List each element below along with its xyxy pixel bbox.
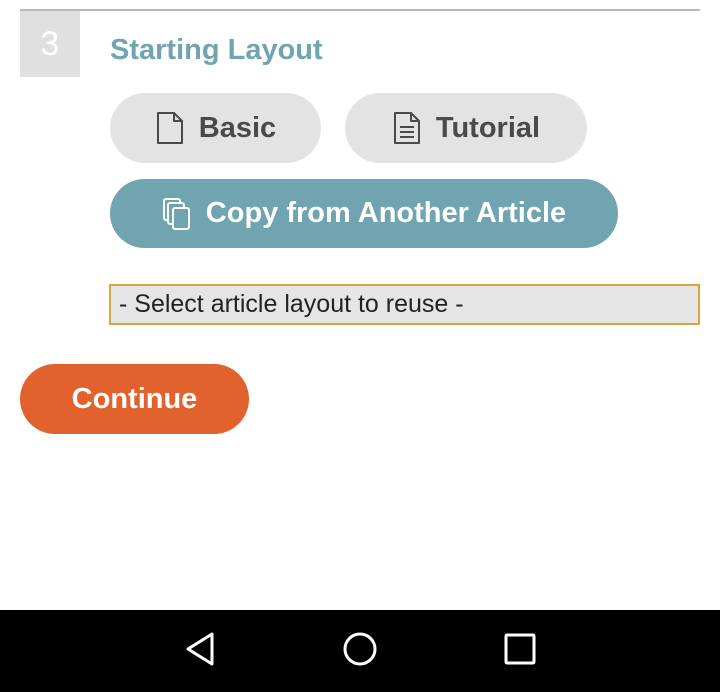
recents-button[interactable] — [480, 610, 560, 692]
tutorial-layout-button[interactable]: Tutorial — [345, 93, 587, 163]
android-navigation-bar — [0, 610, 720, 692]
triangle-back-icon — [184, 631, 216, 672]
article-layout-select[interactable]: - Select article layout to reuse - — [109, 284, 700, 325]
step-title: Starting Layout — [110, 34, 323, 66]
basic-layout-button[interactable]: Basic — [110, 93, 321, 163]
back-button[interactable] — [160, 610, 240, 692]
step-number-badge: 3 — [20, 11, 80, 77]
home-button[interactable] — [320, 610, 400, 692]
copy-documents-icon — [162, 197, 192, 231]
continue-button[interactable]: Continue — [20, 364, 249, 434]
copy-layout-label: Copy from Another Article — [205, 197, 567, 229]
basic-layout-label: Basic — [198, 111, 277, 144]
page: 3 Starting Layout Basic Tutorial Copy fr… — [0, 0, 720, 692]
document-icon — [155, 111, 185, 145]
circle-home-icon — [342, 631, 378, 672]
tutorial-layout-label: Tutorial — [435, 111, 541, 144]
document-lines-icon — [392, 111, 422, 145]
copy-from-another-article-button[interactable]: Copy from Another Article — [110, 179, 618, 248]
square-recents-icon — [504, 633, 536, 670]
divider — [20, 9, 700, 11]
